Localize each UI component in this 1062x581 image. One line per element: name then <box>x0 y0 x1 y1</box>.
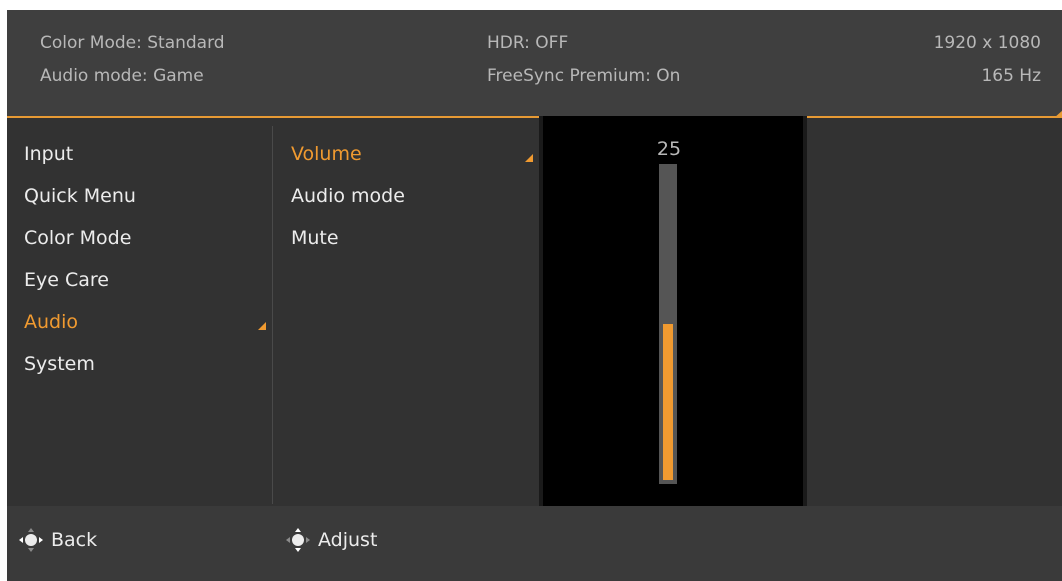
panel-edge <box>539 116 543 508</box>
menu-divider <box>272 126 273 504</box>
joystick-up-down-icon <box>286 528 310 552</box>
menu-item-label: Color Mode <box>24 227 132 249</box>
status-header: Color Mode: Standard Audio mode: Game HD… <box>7 10 1062 116</box>
volume-slider[interactable] <box>659 164 677 484</box>
submenu-item-label: Audio mode <box>291 185 405 207</box>
submenu-item-audio-mode[interactable]: Audio mode <box>291 185 405 207</box>
monitor-osd: Color Mode: Standard Audio mode: Game HD… <box>7 10 1062 581</box>
accent-tip-icon <box>1054 110 1062 118</box>
menu-item-quick-menu[interactable]: Quick Menu <box>24 185 136 207</box>
menu-item-system[interactable]: System <box>24 353 95 375</box>
volume-panel: 25 <box>539 116 807 508</box>
panel-edge <box>803 116 807 508</box>
refresh-rate-status: 165 Hz <box>981 66 1041 86</box>
menu-item-input[interactable]: Input <box>24 143 73 165</box>
adjust-hint[interactable]: Adjust <box>286 528 377 552</box>
submenu-item-volume[interactable]: Volume <box>291 143 362 165</box>
volume-slider-fill <box>663 324 673 480</box>
menu-item-audio[interactable]: Audio <box>24 311 78 333</box>
menu-item-label: Quick Menu <box>24 185 136 207</box>
menu-item-label: Audio <box>24 311 79 333</box>
menu-item-label: System <box>24 353 95 375</box>
selection-triangle-icon <box>525 154 533 162</box>
audio-mode-status: Audio mode: Game <box>40 66 204 86</box>
submenu-item-mute[interactable]: Mute <box>291 227 339 249</box>
back-label: Back <box>51 529 98 551</box>
back-hint[interactable]: Back <box>19 528 97 552</box>
selection-triangle-icon <box>258 322 266 330</box>
submenu-item-label: Volume <box>291 143 362 165</box>
menu-item-label: Eye Care <box>24 269 109 291</box>
menu-area: Input Quick Menu Color Mode Eye Care Aud… <box>7 110 1062 508</box>
menu-item-eye-care[interactable]: Eye Care <box>24 269 109 291</box>
adjust-label: Adjust <box>318 529 378 551</box>
submenu-item-label: Mute <box>291 227 339 249</box>
footer-bar: Back Adjust <box>7 506 1062 581</box>
freesync-status: FreeSync Premium: On <box>487 66 681 86</box>
volume-value: 25 <box>656 138 682 160</box>
color-mode-status: Color Mode: Standard <box>40 33 225 53</box>
resolution-status: 1920 x 1080 <box>933 33 1041 53</box>
joystick-left-right-icon <box>19 528 43 552</box>
menu-item-label: Input <box>24 143 74 165</box>
hdr-status: HDR: OFF <box>487 33 569 53</box>
menu-item-color-mode[interactable]: Color Mode <box>24 227 131 249</box>
